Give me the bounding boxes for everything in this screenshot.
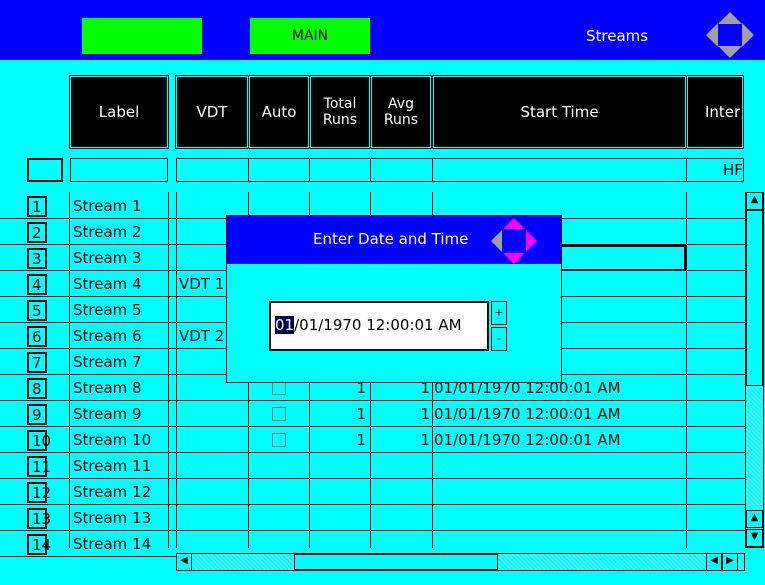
start-time-cell[interactable]: 01/01/1970 12:00:01 AM xyxy=(434,405,684,423)
dialog-navigation-arrows-icon[interactable] xyxy=(489,218,539,264)
filter-avg-runs[interactable] xyxy=(370,158,433,182)
stream-label[interactable]: Stream 4 xyxy=(73,275,167,293)
table-row[interactable]: 12 Stream 12 xyxy=(0,479,745,505)
column-header-avg-runs[interactable]: Avg Runs xyxy=(370,75,432,149)
filter-interval[interactable]: HF xyxy=(686,158,744,182)
stream-label[interactable]: Stream 3 xyxy=(73,249,167,267)
column-header-total-runs[interactable]: Total Runs xyxy=(309,75,371,149)
row-number[interactable]: 6 xyxy=(27,326,47,347)
date-time-value: /01/1970 12:00:01 AM xyxy=(294,316,462,334)
stream-label[interactable]: Stream 6 xyxy=(73,327,167,345)
table-row[interactable]: 10 Stream 10 1 1 01/01/1970 12:00:01 AM xyxy=(0,427,745,453)
column-header-avg-text: Avg xyxy=(388,96,414,112)
row-number[interactable]: 4 xyxy=(27,274,47,295)
filter-vdt[interactable] xyxy=(176,158,249,182)
decrement-button[interactable]: - xyxy=(491,327,507,351)
stream-label[interactable]: Stream 11 xyxy=(73,457,167,475)
scroll-up-button-2[interactable]: ▲ xyxy=(746,510,763,528)
row-number[interactable]: 10 xyxy=(27,430,51,451)
start-time-cell[interactable]: 01/01/1970 12:00:01 AM xyxy=(434,431,684,449)
dialog-title-bar[interactable]: Enter Date and Time xyxy=(227,216,561,264)
total-runs-cell[interactable]: 1 xyxy=(311,405,366,423)
column-header-label-text: Label xyxy=(98,103,140,121)
row-number[interactable]: 2 xyxy=(27,222,47,243)
scroll-left-button-2[interactable]: ◀ xyxy=(706,553,722,571)
column-header-start-time[interactable]: Start Time xyxy=(432,75,687,149)
table-row[interactable]: 11 Stream 11 xyxy=(0,453,745,479)
scroll-left-button[interactable]: ◀ xyxy=(176,553,192,571)
filter-total-runs[interactable] xyxy=(309,158,371,182)
select-all-box[interactable] xyxy=(27,158,63,182)
row-number[interactable]: 14 xyxy=(27,534,51,555)
auto-checkbox[interactable] xyxy=(272,407,286,421)
column-header-label[interactable]: Label xyxy=(69,75,169,149)
stream-label[interactable]: Stream 5 xyxy=(73,301,167,319)
column-header-interval[interactable]: Inter xyxy=(686,75,744,149)
column-header-interval-text: Inter xyxy=(705,103,741,121)
main-button[interactable]: MAIN xyxy=(250,18,370,54)
row-number[interactable]: 13 xyxy=(27,508,51,529)
auto-checkbox[interactable] xyxy=(272,433,286,447)
stream-label[interactable]: Stream 2 xyxy=(73,223,167,241)
auto-checkbox[interactable] xyxy=(272,381,286,395)
row-number[interactable]: 9 xyxy=(27,404,47,425)
stream-label[interactable]: Stream 9 xyxy=(73,405,167,423)
dialog-title: Enter Date and Time xyxy=(313,230,469,248)
column-header-vdt-text: VDT xyxy=(196,103,228,121)
row-number[interactable]: 1 xyxy=(27,196,47,217)
column-header-vdt[interactable]: VDT xyxy=(175,75,249,149)
scroll-down-button[interactable]: ▼ xyxy=(746,529,763,547)
column-header-auto[interactable]: Auto xyxy=(248,75,310,149)
column-header-avg-runs-text: Runs xyxy=(383,112,419,128)
stream-label[interactable]: Stream 10 xyxy=(73,431,167,449)
scroll-right-button[interactable]: ▶ xyxy=(722,553,738,571)
date-time-selected-segment[interactable]: 01 xyxy=(275,316,295,334)
stream-label[interactable]: Stream 1 xyxy=(73,197,167,215)
column-header-runs-text: Runs xyxy=(322,112,358,128)
row-number[interactable]: 7 xyxy=(27,352,47,373)
blank-nav-button[interactable] xyxy=(82,18,202,54)
row-number[interactable]: 5 xyxy=(27,300,47,321)
row-number[interactable]: 3 xyxy=(27,248,47,269)
column-header-total-text: Total xyxy=(323,96,357,112)
total-runs-cell[interactable]: 1 xyxy=(311,431,366,449)
avg-runs-cell[interactable]: 1 xyxy=(372,431,430,449)
avg-runs-cell[interactable]: 1 xyxy=(372,405,430,423)
table-row[interactable]: 9 Stream 9 1 1 01/01/1970 12:00:01 AM xyxy=(0,401,745,427)
increment-button[interactable]: + xyxy=(491,301,507,325)
horizontal-scroll-thumb[interactable] xyxy=(294,554,498,570)
table-row[interactable]: 13 Stream 13 xyxy=(0,505,745,531)
scroll-up-button[interactable]: ▲ xyxy=(746,192,763,210)
filter-label[interactable] xyxy=(70,158,168,182)
navigation-arrows-icon[interactable] xyxy=(706,12,754,58)
date-time-dialog: Enter Date and Time 01/01/1970 12:00:01 … xyxy=(226,215,562,383)
filter-auto[interactable] xyxy=(248,158,310,182)
stream-label[interactable]: Stream 14 xyxy=(73,535,167,553)
vertical-scroll-thumb[interactable] xyxy=(746,210,763,386)
column-header-start-time-text: Start Time xyxy=(520,103,599,121)
row-number[interactable]: 11 xyxy=(27,456,51,477)
filter-start-time[interactable] xyxy=(432,158,687,182)
stream-label[interactable]: Stream 12 xyxy=(73,483,167,501)
stream-label[interactable]: Stream 13 xyxy=(73,509,167,527)
row-number[interactable]: 8 xyxy=(27,378,47,399)
column-header-auto-text: Auto xyxy=(261,103,297,121)
page-title: Streams xyxy=(586,27,649,45)
date-time-input[interactable]: 01/01/1970 12:00:01 AM xyxy=(269,301,489,351)
row-number[interactable]: 12 xyxy=(27,482,51,503)
stream-label[interactable]: Stream 7 xyxy=(73,353,167,371)
stream-label[interactable]: Stream 8 xyxy=(73,379,167,397)
